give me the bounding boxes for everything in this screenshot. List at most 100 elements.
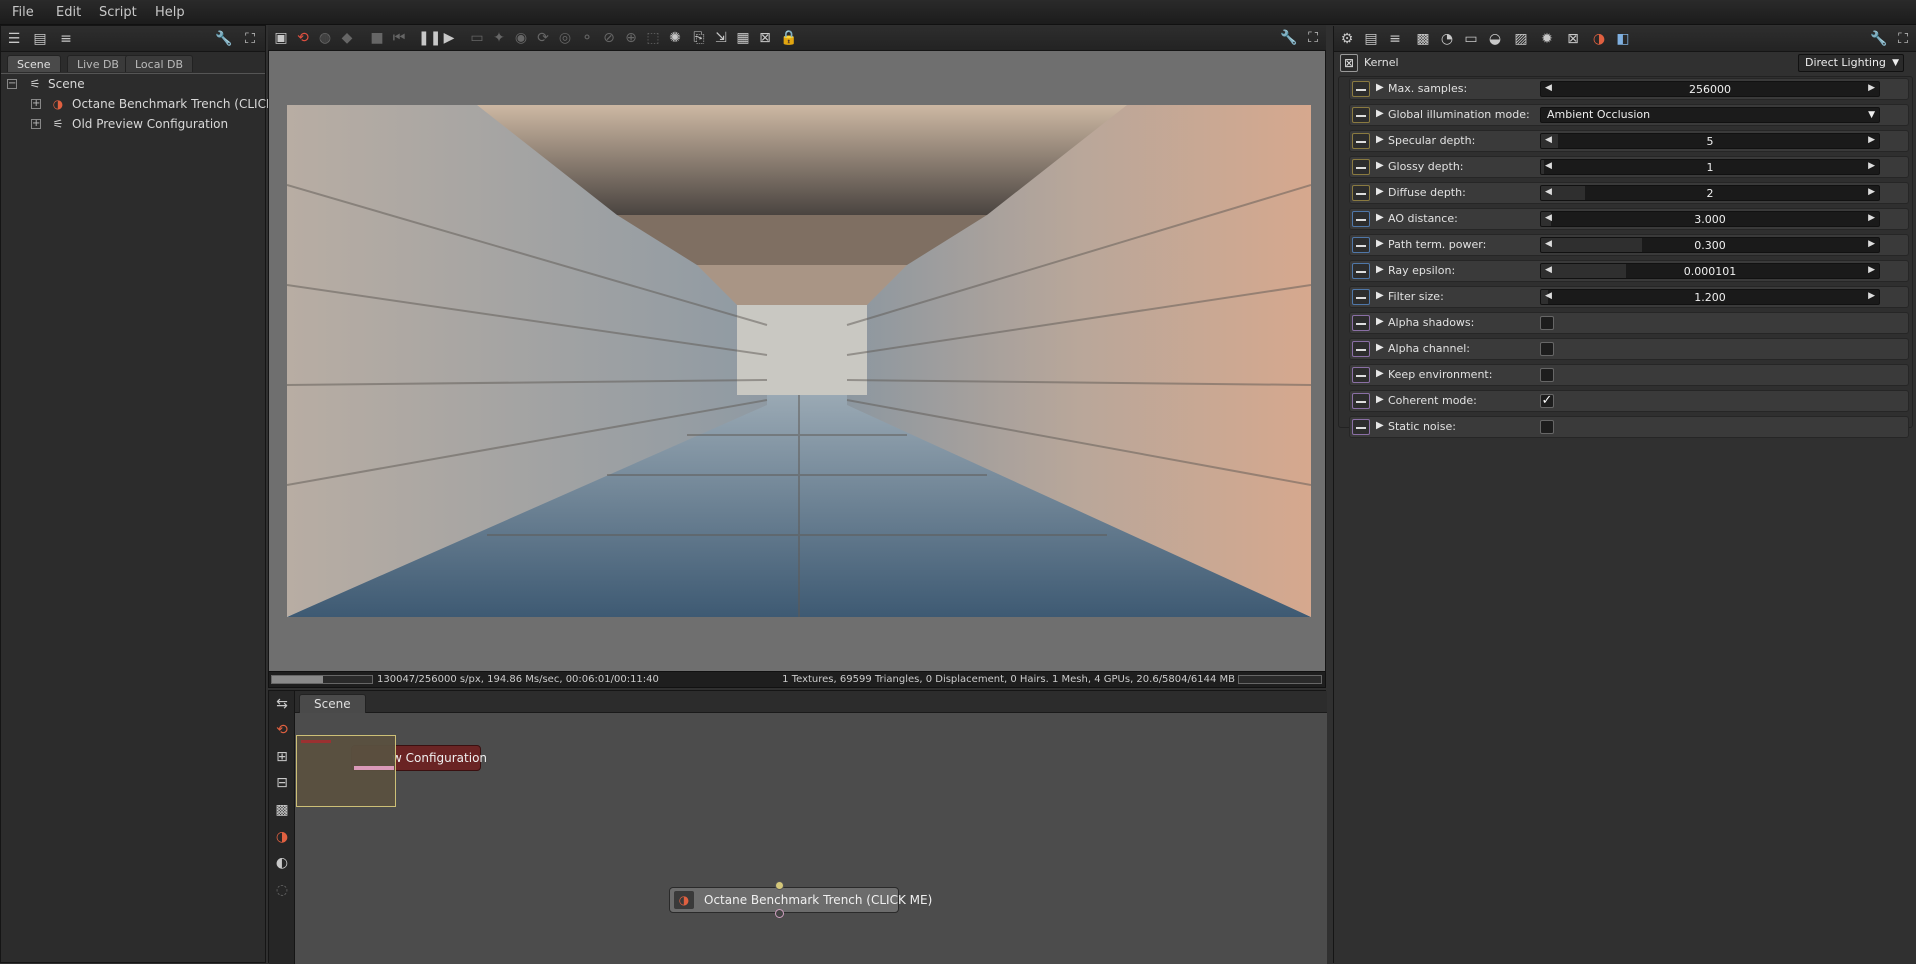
lock-icon[interactable]: 🔒 — [780, 29, 798, 47]
stop-icon[interactable]: ■ — [368, 29, 386, 47]
checkbox[interactable] — [1540, 420, 1554, 434]
restart-icon[interactable]: ⟲ — [294, 29, 312, 47]
param-slider[interactable]: 3.000 ◀ ▶ — [1540, 211, 1880, 227]
expand-arrow-icon[interactable]: ▶ — [1376, 264, 1384, 275]
render-image[interactable] — [287, 105, 1311, 617]
bool-pin-icon[interactable] — [1352, 419, 1370, 435]
decrement-arrow-icon[interactable]: ◀ — [1545, 239, 1552, 249]
zoom-icon[interactable]: ⊕ — [622, 29, 640, 47]
camera-icon[interactable]: ◔ — [1438, 30, 1456, 48]
tab-local-db[interactable]: Local DB — [125, 55, 194, 72]
kernel-icon[interactable]: ⊠ — [1564, 30, 1582, 48]
decrement-arrow-icon[interactable]: ◀ — [1545, 187, 1552, 197]
screenshot-icon[interactable]: ▣ — [272, 29, 290, 47]
bool-pin-icon[interactable] — [1352, 393, 1370, 409]
increment-arrow-icon[interactable]: ▶ — [1868, 83, 1875, 93]
menu-edit[interactable]: Edit — [56, 5, 81, 20]
color-picker-icon[interactable]: ◉ — [512, 29, 530, 47]
expand-icon[interactable]: + — [31, 99, 41, 109]
render-pass-icon[interactable]: ▦ — [734, 29, 752, 47]
wrench-icon[interactable]: 🔧 — [1870, 30, 1888, 48]
bool-pin-icon[interactable] — [1352, 367, 1370, 383]
ae-icon[interactable]: ✦ — [490, 29, 508, 47]
maximize-icon[interactable]: ⛶ — [1304, 29, 1322, 47]
int-pin-icon[interactable] — [1352, 185, 1370, 201]
copy-icon[interactable]: ⎘ — [690, 29, 708, 47]
bool-pin-icon[interactable] — [1352, 341, 1370, 357]
expand-arrow-icon[interactable]: ▶ — [1376, 186, 1384, 197]
export-icon[interactable]: ⇲ — [712, 29, 730, 47]
rewind-icon[interactable]: ⏮ — [390, 29, 408, 47]
tab-scene[interactable]: Scene — [7, 55, 61, 72]
expand-arrow-icon[interactable]: ▶ — [1376, 394, 1384, 405]
white-balance-icon[interactable]: ⚬ — [578, 29, 596, 47]
int-pin-icon[interactable] — [1352, 159, 1370, 175]
param-combo[interactable]: Ambient Occlusion ▼ — [1540, 107, 1880, 123]
kernel-type-select[interactable]: Direct Lighting ▼ — [1798, 54, 1904, 72]
graph-restart-icon[interactable]: ⟲ — [273, 721, 291, 739]
orbit-icon[interactable]: ⟳ — [534, 29, 552, 47]
increment-arrow-icon[interactable]: ▶ — [1868, 239, 1875, 249]
param-slider[interactable]: 256000 ◀ ▶ — [1540, 81, 1880, 97]
graph-layout-icon[interactable]: ⇆ — [273, 695, 291, 713]
decrement-arrow-icon[interactable]: ◀ — [1545, 265, 1552, 275]
environment-icon[interactable]: ◒ — [1486, 30, 1504, 48]
tree-node-scene[interactable]: − ⚟ Scene — [1, 74, 265, 94]
wrench-icon[interactable]: 🔧 — [215, 30, 233, 48]
expand-arrow-icon[interactable]: ▶ — [1376, 238, 1384, 249]
collapse-icon[interactable]: − — [7, 79, 17, 89]
increment-arrow-icon[interactable]: ▶ — [1868, 265, 1875, 275]
graph-tree-icon[interactable]: ⊟ — [273, 774, 291, 792]
float-pin-icon[interactable] — [1352, 263, 1370, 279]
viewport-resolution-icon[interactable]: ✺ — [666, 29, 684, 47]
graph-canvas[interactable]: w Configuration ◑ Octane Benchmark Trenc… — [295, 713, 1327, 964]
graph-minimap[interactable] — [296, 735, 396, 807]
decrement-arrow-icon[interactable]: ◀ — [1545, 135, 1552, 145]
int-pin-icon[interactable] — [1352, 133, 1370, 149]
clay-icon[interactable]: ◍ — [316, 29, 334, 47]
increment-arrow-icon[interactable]: ▶ — [1868, 187, 1875, 197]
expand-arrow-icon[interactable]: ▶ — [1376, 420, 1384, 431]
param-slider[interactable]: 0.300 ◀ ▶ — [1540, 237, 1880, 253]
expand-icon[interactable]: + — [31, 119, 41, 129]
pause-icon[interactable]: ❚❚ — [418, 29, 441, 47]
mesh-icon[interactable]: ◑ — [1590, 30, 1608, 48]
checkbox[interactable] — [1540, 342, 1554, 356]
param-slider[interactable]: 5 ◀ ▶ — [1540, 133, 1880, 149]
expand-arrow-icon[interactable]: ▶ — [1376, 316, 1384, 327]
int-pin-icon[interactable] — [1352, 81, 1370, 97]
param-slider[interactable]: 1.200 ◀ ▶ — [1540, 289, 1880, 305]
graph-mesh-icon[interactable]: ◑ — [273, 828, 291, 846]
monitor-icon[interactable]: ▭ — [1462, 30, 1480, 48]
float-pin-icon[interactable] — [1352, 211, 1370, 227]
node-output-pin[interactable] — [775, 909, 784, 918]
tree-node-preview-config[interactable]: + ⚟ Old Preview Configuration — [1, 114, 265, 134]
expand-arrow-icon[interactable]: ▶ — [1376, 108, 1384, 119]
tab-live-db[interactable]: Live DB — [67, 55, 129, 72]
wrench-icon[interactable]: 🔧 — [1280, 29, 1298, 47]
graph-grid-icon[interactable]: ⊞ — [273, 748, 291, 766]
play-icon[interactable]: ▶ — [440, 29, 458, 47]
graph-image-icon[interactable]: ▩ — [273, 801, 291, 819]
decrement-arrow-icon[interactable]: ◀ — [1545, 161, 1552, 171]
region-icon[interactable]: ▭ — [468, 29, 486, 47]
float-pin-icon[interactable] — [1352, 237, 1370, 253]
decrement-arrow-icon[interactable]: ◀ — [1545, 83, 1552, 93]
crop-icon[interactable]: ⬚ — [644, 29, 662, 47]
param-slider[interactable]: 1 ◀ ▶ — [1540, 159, 1880, 175]
graph-disabled-icon[interactable]: ◌ — [273, 881, 291, 899]
maximize-icon[interactable]: ⛶ — [1894, 30, 1912, 48]
checkbox[interactable] — [1540, 368, 1554, 382]
graph-material-icon[interactable]: ◐ — [273, 854, 291, 872]
expand-arrow-icon[interactable]: ▶ — [1376, 368, 1384, 379]
expand-arrow-icon[interactable]: ▶ — [1376, 160, 1384, 171]
increment-arrow-icon[interactable]: ▶ — [1868, 213, 1875, 223]
layers-icon[interactable]: ▤ — [31, 30, 49, 48]
light-icon[interactable]: ✹ — [1538, 30, 1556, 48]
menu-script[interactable]: Script — [99, 5, 137, 20]
expand-arrow-icon[interactable]: ▶ — [1376, 212, 1384, 223]
expand-arrow-icon[interactable]: ▶ — [1376, 290, 1384, 301]
menu-help[interactable]: Help — [155, 5, 185, 20]
list-icon[interactable]: ≡ — [1386, 30, 1404, 48]
info-icon[interactable]: ◆ — [338, 29, 356, 47]
